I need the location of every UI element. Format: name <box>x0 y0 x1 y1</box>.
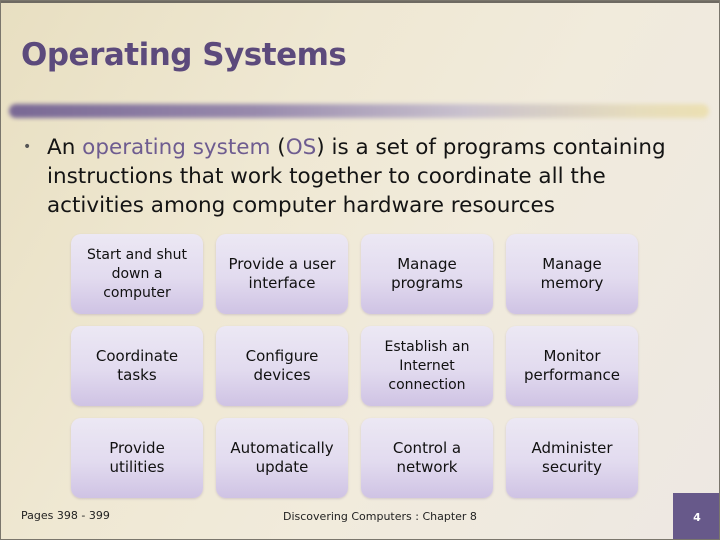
bullet-line-3: activities among computer hardware resou… <box>47 193 555 218</box>
title-underline-bar <box>9 104 709 118</box>
term-operating-system: operating system <box>82 135 271 160</box>
function-tile: Provide a user interface <box>216 234 348 314</box>
bullet-icon: • <box>23 139 32 155</box>
function-tile: Monitor performance <box>506 326 638 406</box>
functions-grid: Start and shut down a computer Provide a… <box>71 234 638 498</box>
function-tile: Configure devices <box>216 326 348 406</box>
function-tile: Automatically update <box>216 418 348 498</box>
footer-source: Discovering Computers : Chapter 8 <box>283 510 477 523</box>
page-number: 4 <box>673 493 719 539</box>
bullet-line-1: An operating system (OS) is a set of pro… <box>23 133 713 162</box>
function-tile: Administer security <box>506 418 638 498</box>
slide-border <box>1 1 719 3</box>
text-segment: ) is a set of programs containing <box>316 135 666 160</box>
term-os: OS <box>285 135 317 160</box>
footer-pages: Pages 398 - 399 <box>21 509 110 522</box>
bullet-paragraph: • An operating system (OS) is a set of p… <box>23 133 713 220</box>
function-tile: Manage memory <box>506 234 638 314</box>
text-segment: ( <box>270 135 286 160</box>
function-tile: Manage programs <box>361 234 493 314</box>
function-tile: Provide utilities <box>71 418 203 498</box>
text-segment: An <box>47 135 83 160</box>
slide: Operating Systems • An operating system … <box>0 0 720 540</box>
function-tile: Control a network <box>361 418 493 498</box>
slide-title: Operating Systems <box>21 37 347 73</box>
function-tile: Establish an Internet connection <box>361 326 493 406</box>
function-tile: Coordinate tasks <box>71 326 203 406</box>
bullet-line-2: instructions that work together to coord… <box>47 164 606 189</box>
function-tile: Start and shut down a computer <box>71 234 203 314</box>
